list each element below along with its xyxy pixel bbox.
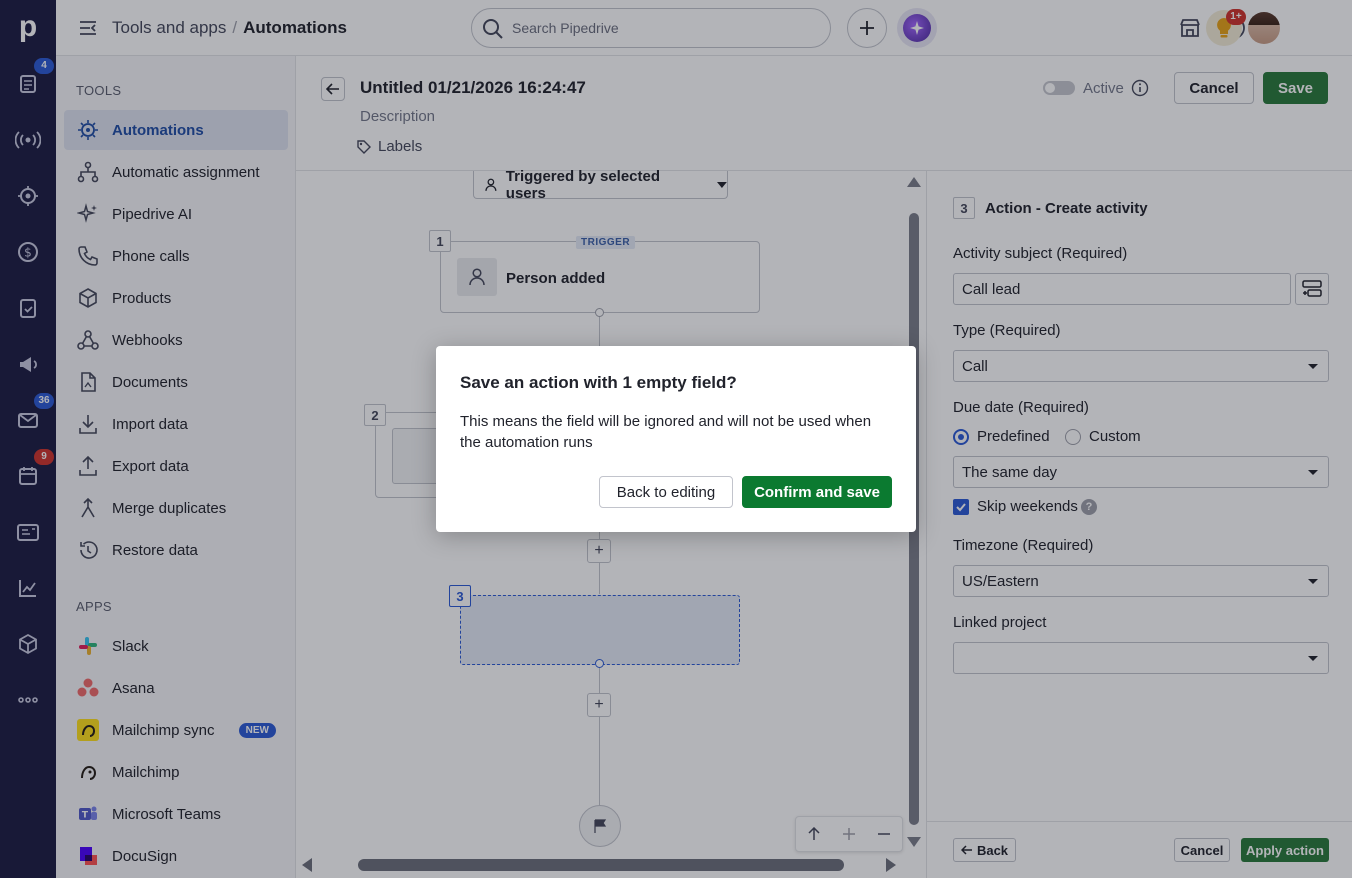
confirm-save-dialog: Save an action with 1 empty field? This … [436,346,916,532]
dialog-title: Save an action with 1 empty field? [460,373,737,392]
dialog-body: This means the field will be ignored and… [460,413,872,451]
back-to-editing-button[interactable]: Back to editing [599,476,733,508]
confirm-and-save-button[interactable]: Confirm and save [742,476,892,508]
